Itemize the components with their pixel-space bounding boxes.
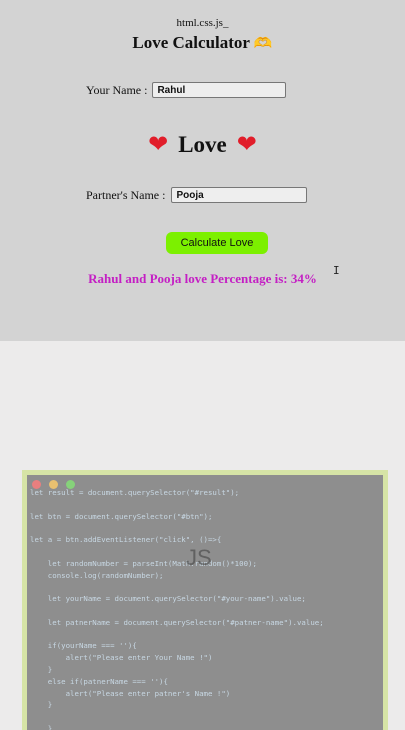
result-text: Rahul and Pooja love Percentage is: 34% [88,271,317,286]
love-calculator-app: html.css.js_ Love Calculator 🫶 Your Name… [0,0,405,341]
page-title: Love Calculator 🫶 [0,33,405,53]
heart-hands-icon: 🫶 [253,36,273,52]
js-watermark: JS [186,545,212,570]
love-heading: Love [178,132,227,157]
calculate-love-button[interactable]: Calculate Love [166,232,268,254]
page-title-text: Love Calculator [132,33,250,52]
code-window: let result = document.querySelector("#re… [27,475,383,730]
code-snippet: let result = document.querySelector("#re… [30,488,324,730]
partner-name-input[interactable] [171,187,308,203]
heart-right-icon: ❤ [236,130,257,158]
text-cursor-icon: I [333,264,340,277]
your-name-input[interactable] [152,82,287,98]
your-name-row: Your Name : [86,82,287,98]
brand-caption: html.css.js_ [176,17,229,29]
partner-name-row: Partner's Name : [86,187,308,203]
heart-left-icon: ❤ [148,130,169,158]
love-banner: ❤ Love ❤ [0,130,405,158]
partner-name-label: Partner's Name : [86,187,166,202]
your-name-label: Your Name : [86,82,148,97]
